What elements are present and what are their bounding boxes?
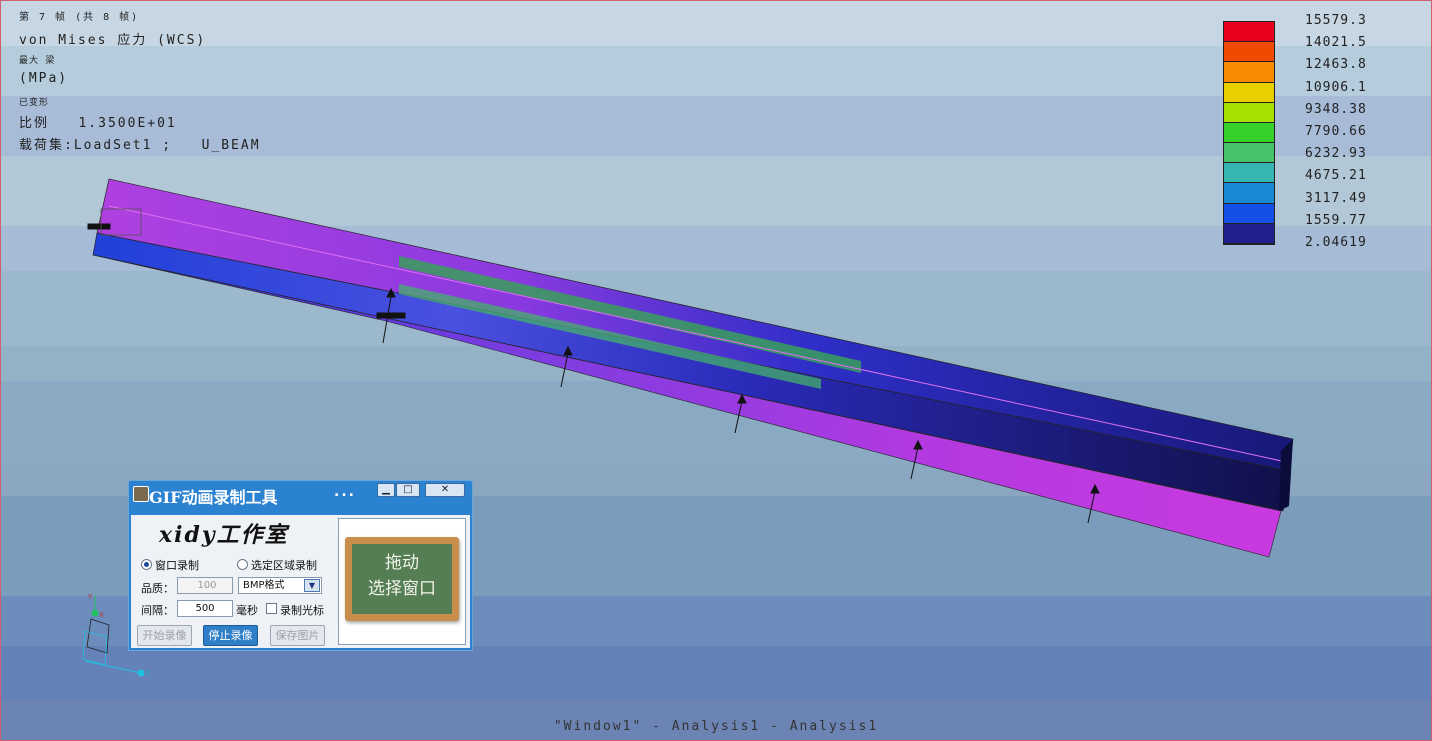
record-cursor-label: 录制光标 xyxy=(280,604,324,617)
board-line-1: 拖动 xyxy=(385,553,419,573)
quality-input[interactable]: 100 xyxy=(177,577,233,594)
gif-recorder-window[interactable]: GIF动画录制工具 ... ▁ □ ✕ xidy工作室 窗口录制 选定区域录制 … xyxy=(128,480,473,651)
triad-label-x: X xyxy=(99,611,104,619)
format-select[interactable]: BMP格式 ▼ xyxy=(238,577,322,594)
legend-segment xyxy=(1224,22,1274,43)
radio-window-record[interactable] xyxy=(141,559,152,570)
beam-edge-line xyxy=(108,205,1292,464)
legend-value: 15579.3 xyxy=(1305,13,1367,28)
legend-value: 6232.93 xyxy=(1305,146,1367,162)
legend-segment xyxy=(1224,62,1274,83)
scale-label: 比例 1.3500E+01 xyxy=(19,116,177,131)
interval-unit: 毫秒 xyxy=(236,604,258,617)
triad-label-z: Z xyxy=(146,669,151,677)
legend-segment xyxy=(1224,122,1274,144)
deformed-label: 已变形 xyxy=(19,98,50,108)
result-scope: 最大 梁 xyxy=(19,56,56,66)
save-image-button[interactable]: 保存图片 xyxy=(270,625,325,646)
legend-segment xyxy=(1224,183,1274,204)
format-select-value: BMP格式 xyxy=(243,580,285,591)
result-units: (MPa) xyxy=(19,71,69,86)
legend-segment xyxy=(1224,223,1274,244)
gif-window-title[interactable]: GIF动画录制工具 xyxy=(149,484,278,508)
chalkboard-icon[interactable]: 拖动 选择窗口 xyxy=(345,537,459,621)
radio-region-record[interactable] xyxy=(237,559,248,570)
legend-value: 12463.8 xyxy=(1305,57,1367,73)
close-button[interactable]: ✕ xyxy=(425,483,465,497)
legend-value: 1559.77 xyxy=(1305,212,1367,228)
legend-value: 7790.66 xyxy=(1305,124,1367,139)
title-dots: ... xyxy=(334,484,356,500)
legend-value: 14021.5 xyxy=(1305,35,1367,51)
interval-label: 间隔： xyxy=(141,604,174,617)
loadset-label: 载荷集:LoadSet1 ; U_BEAM xyxy=(19,138,261,153)
window-footer-label: "Window1" - Analysis1 - Analysis1 xyxy=(553,719,879,734)
legend-value: 9348.38 xyxy=(1305,101,1367,117)
drag-select-window-target[interactable]: 拖动 选择窗口 xyxy=(338,518,466,645)
radio-window-record-label: 窗口录制 xyxy=(155,559,199,572)
interval-input[interactable]: 500 xyxy=(177,600,233,617)
triad-label-y: Y xyxy=(87,593,93,601)
legend-segment xyxy=(1224,42,1274,63)
maximize-button[interactable]: □ xyxy=(396,483,420,497)
beam-web xyxy=(92,232,1290,512)
legend-segment xyxy=(1224,163,1274,184)
quality-label: 品质： xyxy=(141,582,174,595)
gif-window-body: xidy工作室 窗口录制 选定区域录制 品质： 100 BMP格式 ▼ 间隔： … xyxy=(131,515,470,648)
start-record-button[interactable]: 开始录像 xyxy=(137,625,192,646)
stop-record-button[interactable]: 停止录像 xyxy=(203,625,258,646)
chevron-down-icon[interactable]: ▼ xyxy=(304,579,320,592)
color-legend-bar xyxy=(1223,21,1275,245)
legend-segment xyxy=(1224,102,1274,123)
legend-value: 2.04619 xyxy=(1305,235,1367,250)
board-line-2: 选择窗口 xyxy=(368,579,436,599)
legend-segment xyxy=(1224,203,1274,224)
radio-region-record-label: 选定区域录制 xyxy=(251,559,317,572)
app-icon xyxy=(133,486,149,502)
result-quantity: von Mises 应力 (WCS) xyxy=(19,33,207,48)
legend-segment xyxy=(1224,143,1274,164)
legend-value: 4675.21 xyxy=(1305,168,1367,184)
legend-segment xyxy=(1224,82,1274,103)
record-cursor-checkbox[interactable] xyxy=(266,603,277,614)
legend-value: 10906.1 xyxy=(1305,79,1367,95)
legend-value: 3117.49 xyxy=(1305,190,1367,206)
brand-logo: xidy工作室 xyxy=(159,522,289,548)
frame-counter: 第 7 帧 (共 8 帧) xyxy=(19,12,140,23)
minimize-button[interactable]: ▁ xyxy=(377,483,395,497)
